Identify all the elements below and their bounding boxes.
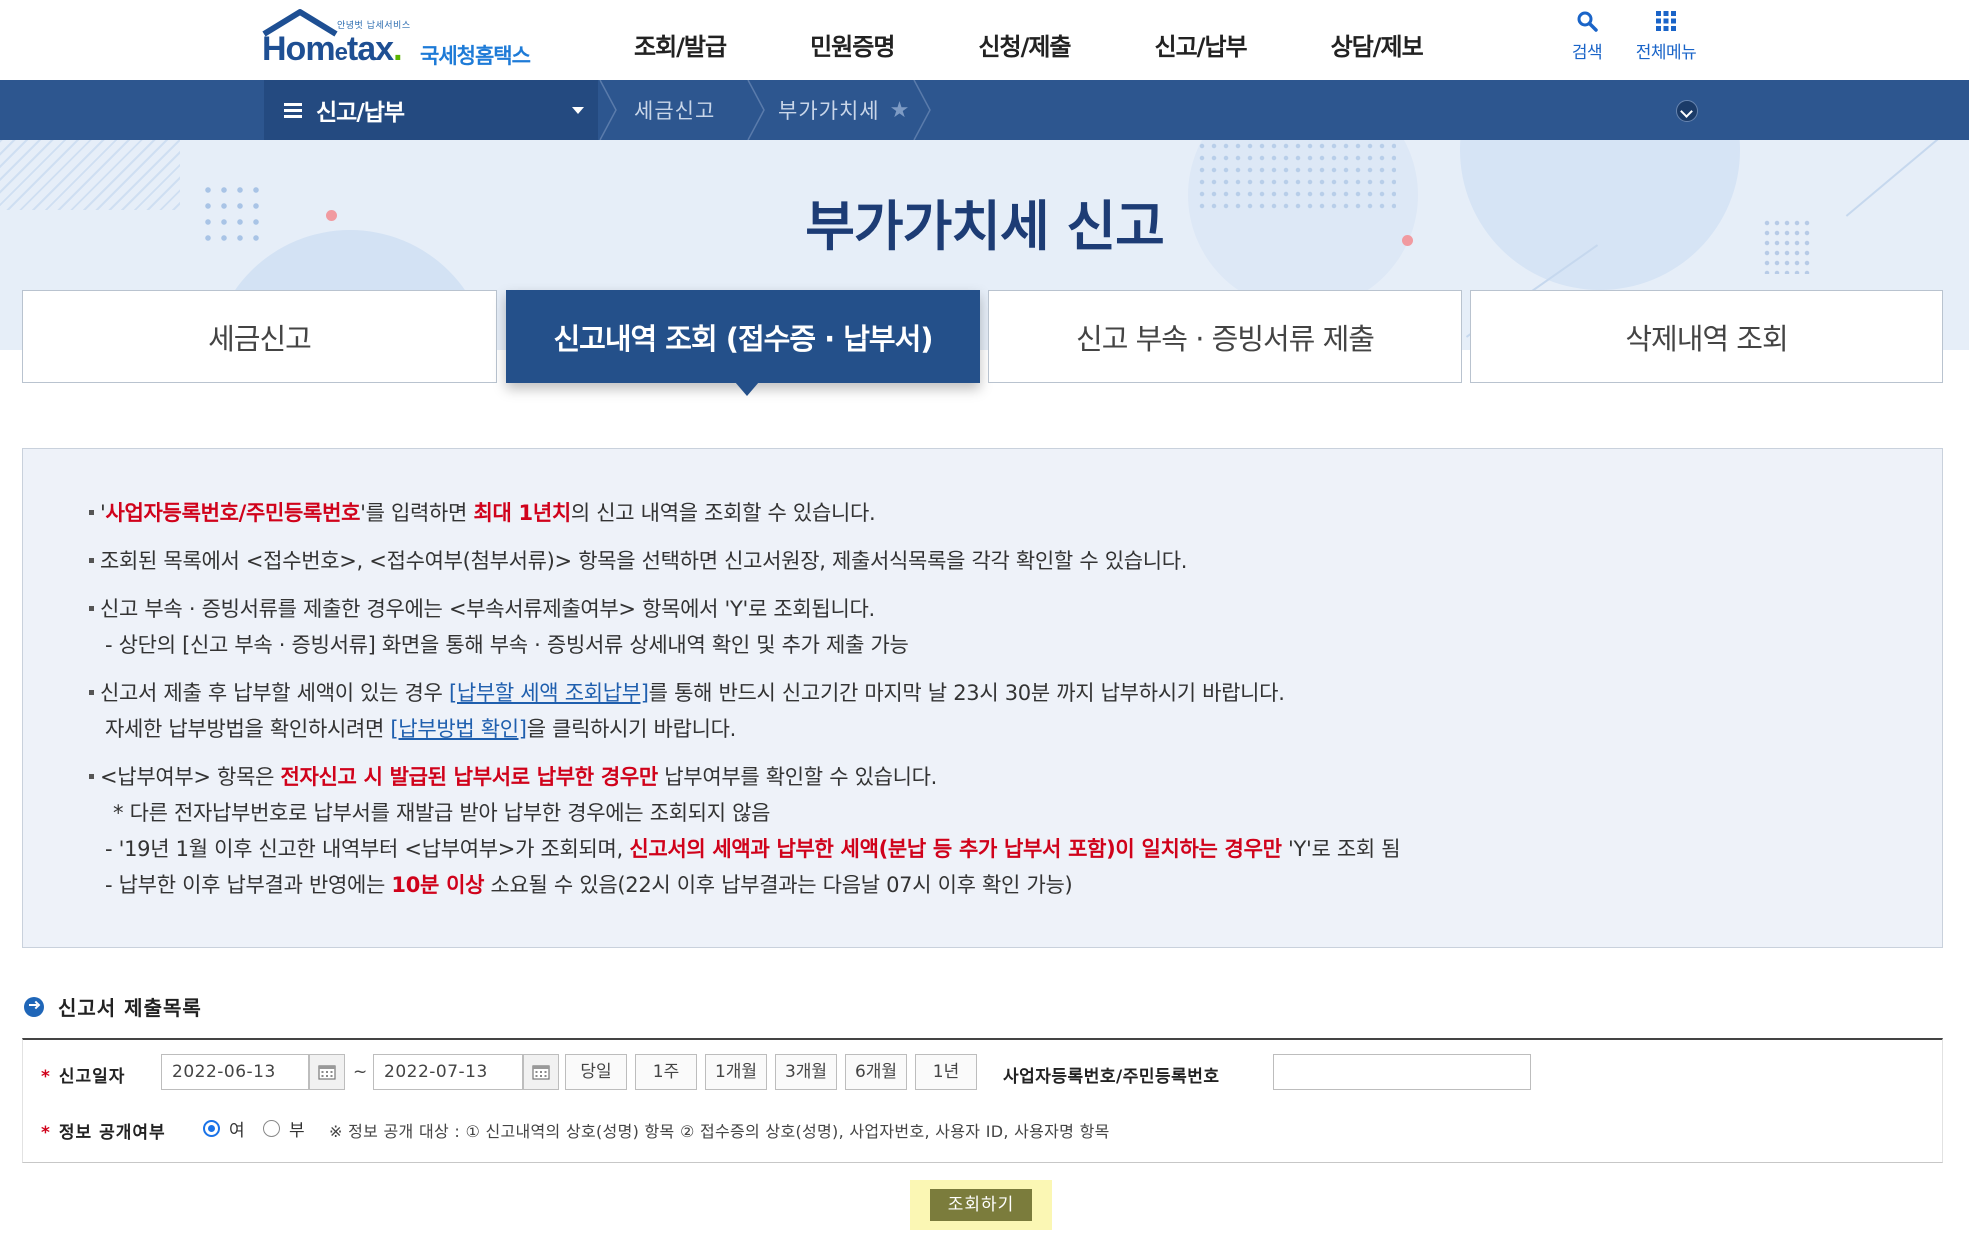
arrow-circle-icon <box>24 996 44 1017</box>
info-line: <납부여부> 항목은 전자신고 시 발급된 납부서로 납부한 경우만 납부여부를… <box>67 759 1400 795</box>
calendar-icon[interactable] <box>523 1054 559 1090</box>
nav-item-inquiry[interactable]: 조회/발급 <box>634 27 727 62</box>
info-line: - 납부한 이후 납부결과 반영에는 10분 이상 소요될 수 있음(22시 이… <box>105 873 1073 897</box>
global-nav: 조회/발급 민원증명 신청/제출 신고/납부 상담/제보 <box>634 27 1507 62</box>
public-label: * 정보 공개여부 <box>41 1123 166 1143</box>
grid-menu-icon <box>1628 10 1704 36</box>
hamburger-icon <box>284 100 302 121</box>
info-line: 신고 부속 · 증빙서류를 제출한 경우에는 <부속서류제출여부> 항목에서 '… <box>67 591 1400 627</box>
breadcrumb-separator-icon <box>747 80 765 140</box>
tab-filing-history[interactable]: 신고내역 조회 (접수증 · 납부서) <box>506 290 980 396</box>
top-header: 안녕벗 납세서비스 Hometax. 국세청홈택스 조회/발급 민원증명 신청/… <box>0 0 1969 80</box>
menu-selector-label: 신고/납부 <box>316 100 405 126</box>
all-menu-button[interactable]: 전체메뉴 <box>1628 10 1704 63</box>
star-icon[interactable]: ★ <box>890 98 911 123</box>
menu-selector[interactable]: 신고/납부 <box>264 80 598 140</box>
biz-number-label: 사업자등록번호/주민등록번호 <box>1003 1067 1220 1087</box>
search-icon <box>1562 10 1612 36</box>
inquiry-submit-button[interactable]: 조회하기 <box>930 1189 1032 1221</box>
form-row-date: * 신고일자 2022-06-13 ~ 2022-07-13 당일 1주 1개월 … <box>23 1054 1942 1090</box>
period-button-1week[interactable]: 1주 <box>635 1054 697 1090</box>
public-scope-note: ※ 정보 공개 대상 : ① 신고내역의 상호(성명) 항목 ② 접수증의 상호… <box>329 1122 1110 1141</box>
nav-item-certificate[interactable]: 민원증명 <box>810 27 895 62</box>
breadcrumb-separator-icon <box>599 80 617 140</box>
period-button-3month[interactable]: 3개월 <box>775 1054 837 1090</box>
info-line: 조회된 목록에서 <접수번호>, <접수여부(첨부서류)> 항목을 선택하면 신… <box>67 543 1400 579</box>
period-button-today[interactable]: 당일 <box>565 1054 627 1090</box>
pay-tax-inquiry-link[interactable]: [납부할 세액 조회납부] <box>449 681 649 705</box>
expand-toggle-icon[interactable] <box>1676 100 1698 122</box>
tab-bar: 세금신고 신고내역 조회 (접수증 · 납부서) 신고 부속 · 증빙서류 제출… <box>22 290 1943 396</box>
info-line: 자세한 납부방법을 확인하시려면 [납부방법 확인]을 클릭하시기 바랍니다. <box>105 717 737 741</box>
calendar-icon[interactable] <box>309 1054 345 1090</box>
info-text: '사업자등록번호/주민등록번호'를 입력하면 최대 1년치의 신고 내역을 조회… <box>67 495 1401 903</box>
search-button-highlight: 조회하기 <box>910 1180 1052 1230</box>
caret-down-icon <box>572 107 584 114</box>
logo-agency: 국세청홈택스 <box>420 44 531 68</box>
tab-deleted-history[interactable]: 삭제내역 조회 <box>1470 290 1943 383</box>
info-line: * 다른 전자납부번호로 납부서를 재발급 받아 납부한 경우에는 조회되지 않… <box>113 801 771 825</box>
period-button-6month[interactable]: 6개월 <box>845 1054 907 1090</box>
nav-item-application[interactable]: 신청/제출 <box>978 27 1071 62</box>
date-label: * 신고일자 <box>41 1067 126 1087</box>
period-button-1month[interactable]: 1개월 <box>705 1054 767 1090</box>
logo-brand: Hometax. <box>262 30 403 68</box>
radio-public-no[interactable]: 부 <box>263 1116 305 1141</box>
period-button-1year[interactable]: 1년 <box>915 1054 977 1090</box>
form-row-public: * 정보 공개여부 여 부 ※ 정보 공개 대상 : ① 신고내역의 상호(성명)… <box>23 1112 1942 1143</box>
breadcrumb-item-tax-filing[interactable]: 세금신고 <box>634 80 715 140</box>
breadcrumb-separator-icon <box>913 80 931 140</box>
date-to-input[interactable]: 2022-07-13 <box>373 1054 523 1090</box>
date-from-input[interactable]: 2022-06-13 <box>161 1054 309 1090</box>
all-menu-label: 전체메뉴 <box>1635 43 1697 63</box>
radio-public-yes[interactable]: 여 <box>203 1116 245 1141</box>
tab-supporting-documents[interactable]: 신고 부속 · 증빙서류 제출 <box>988 290 1462 383</box>
info-line: '사업자등록번호/주민등록번호'를 입력하면 최대 1년치의 신고 내역을 조회… <box>67 495 1400 531</box>
hometax-logo[interactable]: 안녕벗 납세서비스 Hometax. 국세청홈택스 <box>262 8 542 70</box>
section-title: 신고서 제출목록 <box>58 996 202 1020</box>
page-title: 부가가치세 신고 <box>805 195 1165 258</box>
search-label: 검색 <box>1571 43 1603 63</box>
payment-method-link[interactable]: [납부방법 확인] <box>390 717 527 741</box>
date-range-separator: ~ <box>353 1062 368 1082</box>
section-header: 신고서 제출목록 <box>24 992 202 1021</box>
nav-item-consultation[interactable]: 상담/제보 <box>1331 27 1424 62</box>
search-form: * 신고일자 2022-06-13 ~ 2022-07-13 당일 1주 1개월 … <box>22 1038 1943 1163</box>
location-bar: 신고/납부 세금신고 부가가치세 ★ <box>0 80 1969 140</box>
biz-number-input[interactable] <box>1273 1054 1531 1090</box>
nav-item-filing-payment[interactable]: 신고/납부 <box>1155 27 1248 62</box>
info-line: - 상단의 [신고 부속 · 증빙서류] 화면을 통해 부속 · 증빙서류 상세… <box>105 633 909 657</box>
info-box: '사업자등록번호/주민등록번호'를 입력하면 최대 1년치의 신고 내역을 조회… <box>22 448 1943 948</box>
search-button[interactable]: 검색 <box>1562 10 1612 63</box>
tab-tax-filing[interactable]: 세금신고 <box>22 290 497 383</box>
breadcrumb-item-vat[interactable]: 부가가치세 ★ <box>778 80 910 140</box>
info-line: 신고서 제출 후 납부할 세액이 있는 경우 [납부할 세액 조회납부]를 통해… <box>67 675 1400 711</box>
info-line: - '19년 1월 이후 신고한 내역부터 <납부여부>가 조회되며, 신고서의… <box>105 837 1401 861</box>
